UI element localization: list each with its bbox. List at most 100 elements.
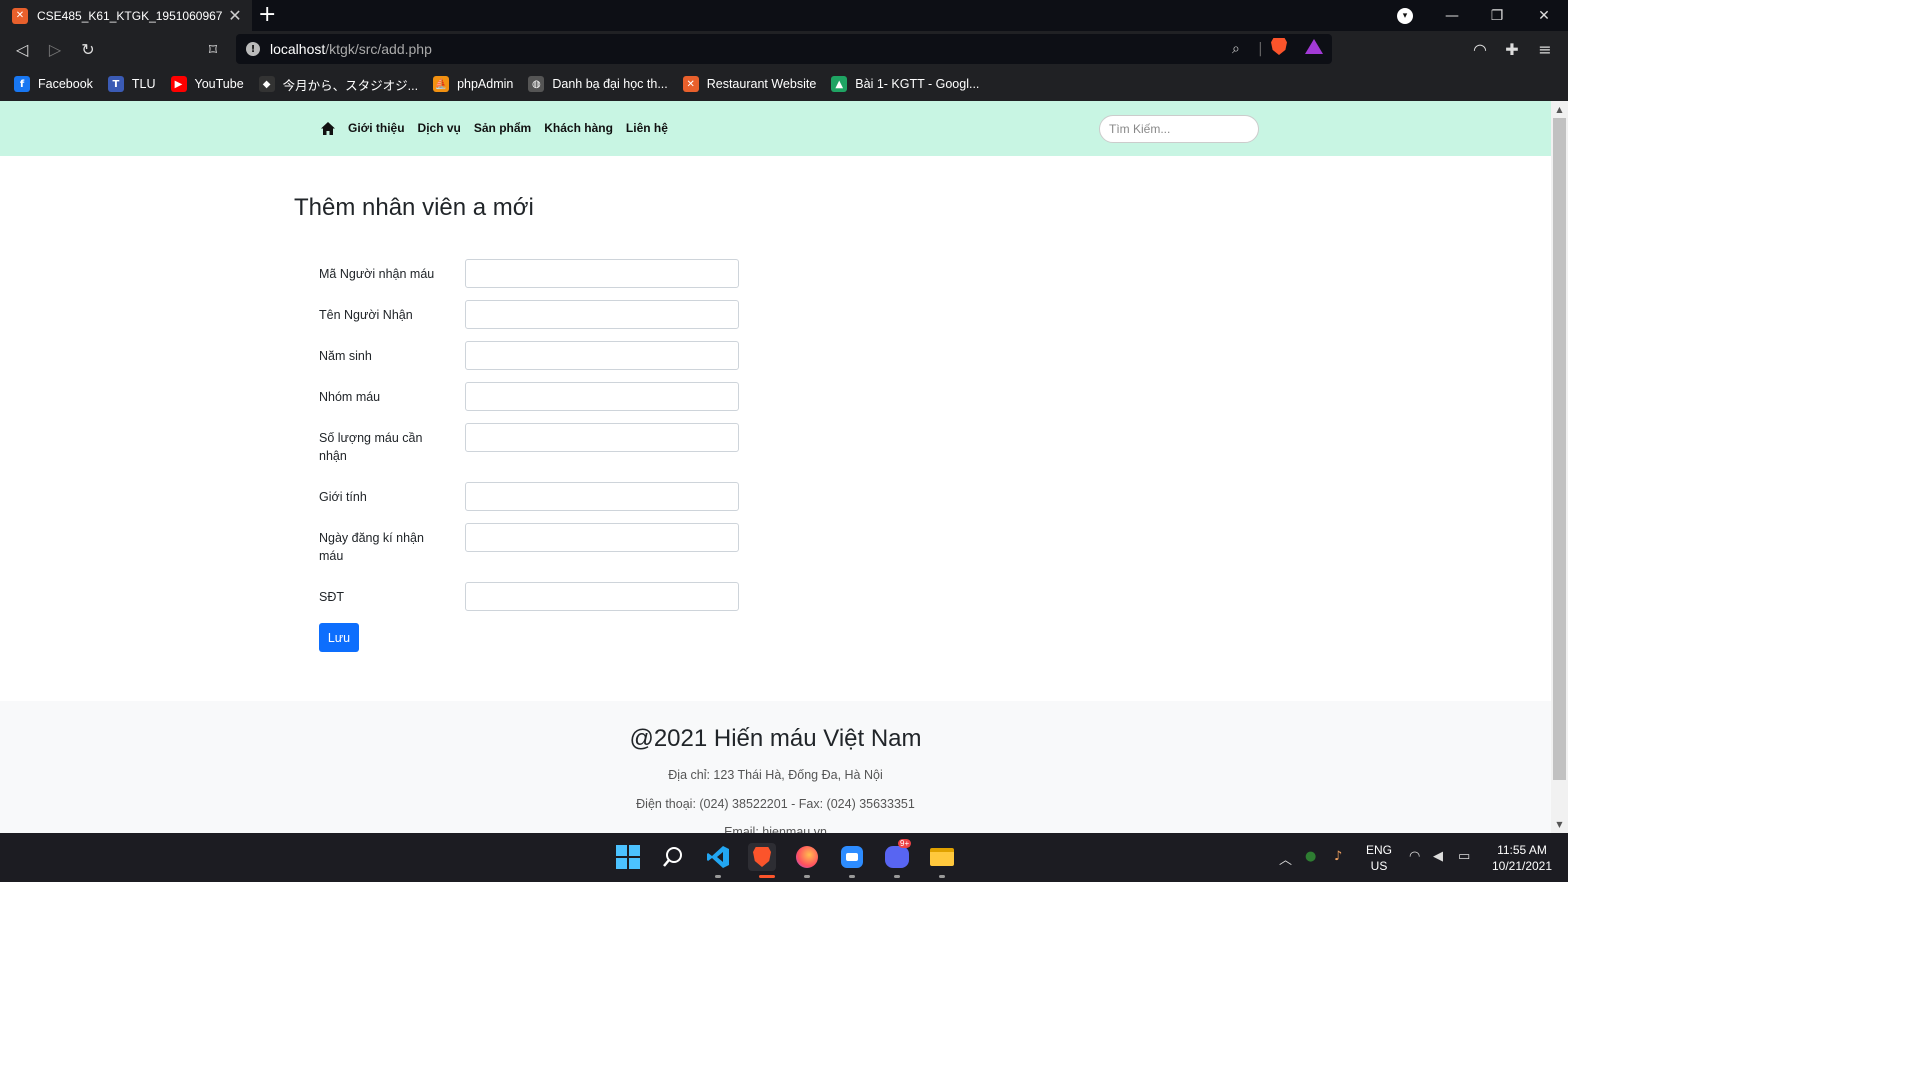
brave-browser-icon[interactable] [748,843,776,871]
label-sdt: SĐT [319,590,344,604]
discord-running-indicator [894,875,900,878]
bookmark-item[interactable]: ✕ Restaurant Website [682,76,817,92]
facebook-icon: f [14,76,30,92]
language-line1: ENG [1365,843,1392,857]
forward-icon[interactable]: ▷ [43,37,67,61]
restore-icon[interactable]: ❐ [1474,0,1520,31]
new-tab-button[interactable]: + [258,4,276,26]
reload-icon[interactable]: ↻ [76,37,100,61]
show-hidden-icons-icon[interactable]: ︿ [1279,849,1292,868]
vscode-icon[interactable] [704,843,732,871]
ma-nguoi-nhan-input[interactable] [465,259,739,288]
firefox-icon[interactable] [793,843,821,871]
brave-active-indicator [759,875,775,878]
close-window-icon[interactable]: ✕ [1521,0,1567,31]
browser-title-bar: ✕ CSE485_K61_KTGK_1951060967 ✕ + ▾ — ❐ ✕ [0,0,1568,31]
footer-phone: Điện thoại: (024) 38522201 - Fax: (024) … [636,797,915,811]
volume-icon[interactable]: ◀ [1433,849,1443,864]
url-path: /ktgk/src/add.php [325,41,432,57]
clock[interactable]: 11:55 AM 10/21/2021 [1484,842,1560,874]
urlbar-divider: | [1258,41,1263,57]
bookmarks-bar: f Facebook T TLU ▶ YouTube ◆ 今月から、スタジオジ... ⛵ phpA… [0,67,1568,101]
back-icon[interactable]: ◁ [10,37,34,61]
page-scrollbar[interactable]: ▲ ▼ [1551,101,1568,833]
bookmark-item[interactable]: ◆ 今月から、スタジオジ... [258,75,419,94]
gioi-tinh-input[interactable] [465,482,739,511]
ngay-dang-ki-input[interactable] [465,523,739,552]
nam-sinh-input[interactable] [465,341,739,370]
globe-icon: ◍ [528,76,545,92]
bookmark-item[interactable]: ▲ Bài 1- KGTT - Googl... [831,76,979,92]
tab-search-icon[interactable]: ▾ [1397,8,1413,24]
ten-nguoi-nhan-input[interactable] [465,300,739,329]
footer-address: Địa chỉ: 123 Thái Hà, Đống Đa, Hà Nội [668,768,883,782]
battery-icon[interactable]: ▭ [1458,849,1470,864]
vscode-running-indicator [715,875,721,878]
file-explorer-icon[interactable] [928,843,956,871]
nav-link-lien-he[interactable]: Liên hệ [626,121,668,135]
bookmark-icon[interactable]: ⌑ [201,37,225,61]
nav-link-khach-hang[interactable]: Khách hàng [544,121,613,135]
bookmark-label: phpAdmin [457,77,514,91]
bookmark-item[interactable]: T TLU [107,76,156,92]
extensions-icon[interactable]: ✚ [1500,37,1524,61]
bookmark-label: YouTube [194,77,244,91]
label-so-luong-mau: Số lượng máu cần nhận [319,431,423,463]
zoom-icon[interactable]: ⌕ [1232,41,1240,57]
tlu-icon: T [107,76,124,92]
tab-title: CSE485_K61_KTGK_1951060967 [37,8,223,23]
label-ngay-dang-ki: Ngày đăng kí nhận máu [319,531,424,563]
bookmark-item[interactable]: ▶ YouTube [170,76,244,92]
brave-rewards-icon[interactable] [1305,39,1323,54]
xampp-icon: ✕ [12,7,28,24]
site-info-icon[interactable]: ! [246,42,260,56]
bookmark-label: Restaurant Website [706,77,817,91]
search-icon[interactable] [659,843,687,871]
zoom-app-icon[interactable] [838,843,866,871]
bookmark-item[interactable]: f Facebook [14,76,93,92]
windows-start-icon[interactable] [614,843,642,871]
save-button[interactable]: Lưu [319,623,359,652]
nhom-mau-input[interactable] [465,382,739,411]
label-nhom-mau: Nhóm máu [319,390,381,404]
scroll-down-icon[interactable]: ▼ [1551,816,1568,833]
discord-badge: 9+ [898,839,912,848]
menu-icon[interactable]: ≡ [1533,37,1557,61]
browser-tab[interactable]: ✕ CSE485_K61_KTGK_1951060967 ✕ [0,0,252,31]
nav-link-san-pham[interactable]: Sản phẩm [474,121,531,135]
language-indicator[interactable]: ENG US [1364,842,1394,874]
bookmark-item[interactable]: ⛵ phpAdmin [433,76,513,92]
zoom-running-indicator [849,875,855,878]
home-icon[interactable] [321,122,335,135]
discord-icon[interactable]: 9+ [883,839,912,871]
bookmark-item[interactable]: ◍ Danh bạ đại học th... [528,76,668,92]
address-bar[interactable]: ! localhost /ktgk/src/add.php ⌕ | [236,34,1332,64]
youtube-icon: ▶ [170,76,187,92]
footer-title: @2021 Hiến máu Việt Nam [629,725,922,752]
sdt-input[interactable] [465,582,739,611]
microphone-icon[interactable]: ♪ [1334,849,1342,864]
page-viewport: Giới thiệu Dịch vụ Sản phẩm Khách hàng L… [0,101,1551,833]
search-input[interactable] [1099,115,1259,143]
minimize-icon[interactable]: — [1429,0,1475,31]
bookmark-label: TLU [131,77,156,91]
phpadmin-icon: ⛵ [433,76,450,92]
page-title: Thêm nhân viên a mới [294,194,534,221]
tab-close-icon[interactable]: ✕ [226,6,244,25]
label-ma-nguoi-nhan: Mã Người nhận máu [319,267,435,281]
so-luong-mau-input[interactable] [465,423,739,452]
nav-link-dich-vu[interactable]: Dịch vụ [418,121,461,135]
scroll-thumb[interactable] [1553,118,1566,780]
nav-link-gioi-thieu[interactable]: Giới thiệu [348,121,405,135]
label-ten-nguoi-nhan: Tên Người Nhận [319,308,413,322]
bookmark-label: 今月から、スタジオジ... [282,78,419,93]
bookmark-label: Bài 1- KGTT - Googl... [855,77,980,91]
label-nam-sinh: Năm sinh [319,349,372,363]
xampp-icon: ✕ [682,76,699,92]
tray-app-icon[interactable]: ● [1305,849,1316,864]
profile-icon[interactable]: ◠ [1468,37,1492,61]
wifi-icon[interactable]: ◠ [1409,849,1420,864]
scroll-up-icon[interactable]: ▲ [1551,101,1568,118]
firefox-running-indicator [804,875,810,878]
studio-icon: ◆ [258,76,275,92]
